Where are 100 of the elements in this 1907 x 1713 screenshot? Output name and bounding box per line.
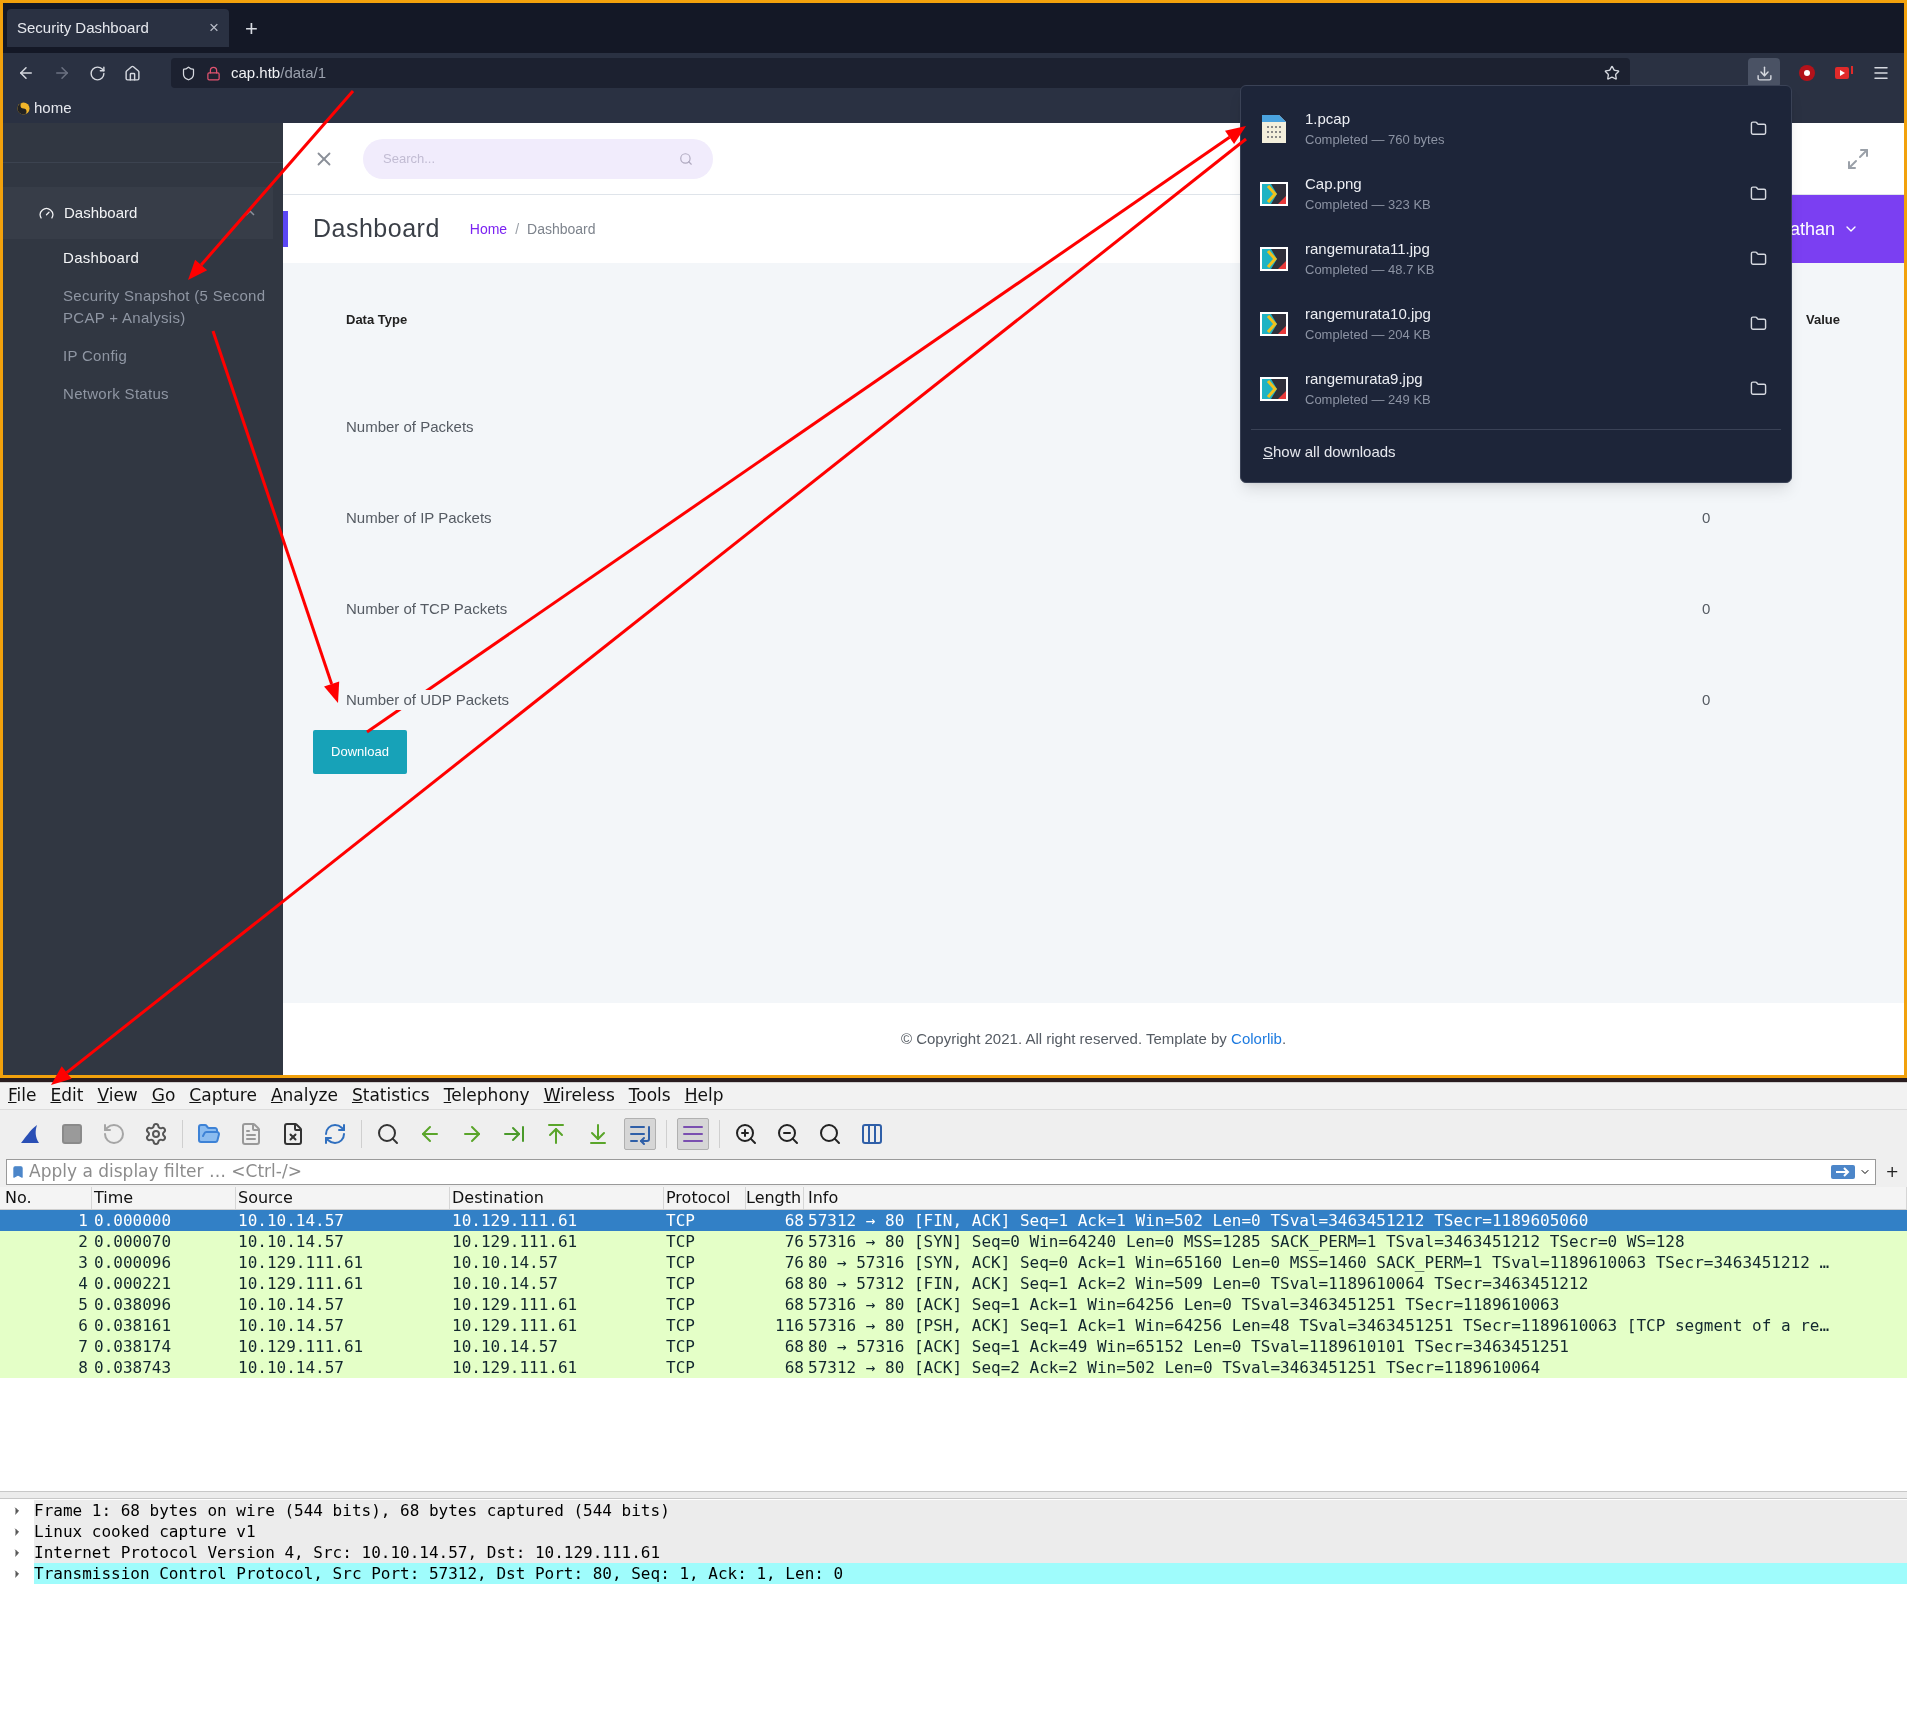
- download-item[interactable]: rangemurata9.jpg Completed — 249 KB: [1241, 356, 1791, 421]
- star-icon[interactable]: [1604, 65, 1620, 81]
- image-file-icon: [1259, 375, 1289, 402]
- download-icon: [1755, 64, 1773, 82]
- restart-icon: [102, 1121, 126, 1146]
- packet-cell-text: 10.129.111.61: [451, 1209, 579, 1232]
- detail-row[interactable]: Internet Protocol Version 4, Src: 10.10.14.57, Dst: 10.129.111.61: [34, 1542, 1907, 1563]
- home-icon[interactable]: [124, 64, 141, 82]
- menu-item[interactable]: Statistics: [351, 1083, 430, 1109]
- column-header[interactable]: Info: [804, 1187, 1907, 1209]
- menu-item[interactable]: Tools: [628, 1083, 671, 1109]
- menu-item[interactable]: Help: [684, 1083, 724, 1109]
- menu-item[interactable]: Go: [151, 1083, 176, 1109]
- zoom-reset-icon: [818, 1121, 842, 1146]
- download-status: Completed — 249 KB: [1305, 391, 1432, 409]
- detail-row[interactable]: Frame 1: 68 bytes on wire (544 bits), 68 bytes captured (544 bits): [34, 1500, 1907, 1521]
- packet-cell-text: 57312 → 80 [ACK] Seq=2 Ack=2 Win=502 Len=0 TSval=3463451251 TSecr=1189610064: [807, 1356, 1542, 1379]
- sidebar-item[interactable]: Dashboard: [63, 247, 269, 269]
- downloads-button[interactable]: [1748, 58, 1780, 88]
- download-item[interactable]: rangemurata10.jpg Completed — 204 KB: [1241, 291, 1791, 356]
- download-item[interactable]: 1.pcap Completed — 760 bytes: [1241, 96, 1791, 161]
- column-header[interactable]: Source: [236, 1187, 450, 1209]
- column-header: Data Type: [346, 311, 408, 330]
- detail-row[interactable]: Transmission Control Protocol, Src Port: 57312, Dst Port: 80, Seq: 1, Ack: 1, Len: 0: [34, 1563, 1907, 1584]
- sidebar-item[interactable]: Security Snapshot (5 Second PCAP + Analysis): [63, 285, 269, 329]
- folder-icon: [197, 1121, 221, 1146]
- address-bar[interactable]: cap.htb/data/1: [171, 58, 1630, 88]
- folder-icon[interactable]: [1750, 120, 1767, 137]
- packet-cell-text: 0.038096: [93, 1293, 173, 1316]
- column-header[interactable]: Protocol: [664, 1187, 746, 1209]
- lock-icon: [206, 65, 221, 81]
- packet-cell-text: 10.10.14.57: [237, 1230, 345, 1253]
- folder-icon[interactable]: [1750, 250, 1767, 267]
- menu-icon[interactable]: [1872, 64, 1890, 82]
- folder-icon[interactable]: [1750, 185, 1767, 202]
- packet-cell-text: 10.10.14.57: [237, 1356, 345, 1379]
- folder-icon[interactable]: [1750, 380, 1767, 397]
- settings-icon: [144, 1121, 168, 1146]
- packet-row[interactable]: 3 0.000096 10.129.111.61 10.10.14.57 TCP 76 80 → 57316 [SYN, ACK] Seq=0 Ack=1 Win=65160 Len=0 MSS=1460 SACK_PERM=1 TSval=1189610063 TSecr=3463451212 …: [0, 1252, 1907, 1273]
- url-text: cap.htb/data/1: [231, 62, 328, 83]
- file-name: 1.pcap: [1305, 108, 1352, 129]
- menu-item[interactable]: Edit: [50, 1083, 84, 1109]
- menu-item[interactable]: Telephony: [443, 1083, 530, 1109]
- packet-cell-text: 0.000096: [93, 1251, 173, 1274]
- packet-row[interactable]: 1 0.000000 10.10.14.57 10.129.111.61 TCP 68 57312 → 80 [FIN, ACK] Seq=1 Ack=1 Win=502 Len=0 TSval=3463451212 TSecr=1189605060: [0, 1210, 1907, 1231]
- browser-tab[interactable]: Security Dashboard ×: [7, 9, 229, 47]
- sidebar-item[interactable]: IP Config: [63, 345, 269, 367]
- packet-cell-text: TCP: [665, 1272, 696, 1295]
- packet-row[interactable]: 6 0.038161 10.10.14.57 10.129.111.61 TCP 116 57316 → 80 [PSH, ACK] Seq=1 Ack=1 Win=64256 Len=48 TSval=3463451251 TSecr=1189610063 [TCP segment of a re…: [0, 1315, 1907, 1336]
- menu-item[interactable]: View: [97, 1083, 138, 1109]
- row-value: 0: [1702, 508, 1711, 528]
- menu-item[interactable]: Wireless: [543, 1083, 615, 1109]
- new-tab-button[interactable]: +: [239, 11, 264, 45]
- packet-row[interactable]: 5 0.038096 10.10.14.57 10.129.111.61 TCP 68 57316 → 80 [ACK] Seq=1 Ack=1 Win=64256 Len=0 TSval=3463451251 TSecr=1189610063: [0, 1294, 1907, 1315]
- add-filter-button[interactable]: +: [1883, 1160, 1901, 1184]
- download-item[interactable]: rangemurata11.jpg Completed — 48.7 KB: [1241, 226, 1791, 291]
- back-icon[interactable]: [17, 64, 35, 82]
- packet-cell-text: 57316 → 80 [ACK] Seq=1 Ack=1 Win=64256 Len=0 TSval=3463451251 TSecr=1189610063: [807, 1293, 1561, 1316]
- reload-icon[interactable]: [89, 64, 106, 82]
- stop-icon: [60, 1121, 84, 1146]
- packet-cell-text: 57316 → 80 [PSH, ACK] Seq=1 Ack=1 Win=64256 Len=48 TSval=3463451251 TSecr=1189610063 [TCP segment of a re…: [807, 1314, 1831, 1337]
- menu-item[interactable]: File: [8, 1083, 37, 1109]
- packet-cell-text: 10.129.111.61: [451, 1230, 579, 1253]
- packet-cell-text: 57312 → 80 [FIN, ACK] Seq=1 Ack=1 Win=502 Len=0 TSval=3463451212 TSecr=1189605060: [807, 1209, 1590, 1232]
- bookmark-link[interactable]: home: [34, 96, 72, 120]
- packet-row[interactable]: 4 0.000221 10.129.111.61 10.10.14.57 TCP 68 80 → 57312 [FIN, ACK] Seq=1 Ack=2 Win=509 Len=0 TSval=1189610064 TSecr=3463451212: [0, 1273, 1907, 1294]
- sidebar-item[interactable]: Network Status: [63, 383, 269, 405]
- fullscreen-icon[interactable]: [1846, 146, 1870, 171]
- packet-cell-text: TCP: [665, 1314, 696, 1337]
- row-value: 0: [1702, 599, 1711, 619]
- bookmark-icon[interactable]: [11, 1165, 25, 1179]
- packet-cell-text: 80 → 57312 [FIN, ACK] Seq=1 Ack=2 Win=509 Len=0 TSval=1189610064 TSecr=3463451212: [807, 1272, 1590, 1295]
- packet-cell-text: 10.10.14.57: [237, 1314, 345, 1337]
- tab-close-button[interactable]: ×: [209, 15, 219, 41]
- show-all-downloads-link[interactable]: Show all downloads: [1263, 440, 1396, 464]
- packet-cell-text: 0.000221: [93, 1272, 173, 1295]
- packet-cell-text: 1: [77, 1209, 89, 1232]
- column-header[interactable]: Time: [92, 1187, 236, 1209]
- menu-item[interactable]: Analyze: [270, 1083, 338, 1109]
- footer-link[interactable]: Colorlib: [1231, 1029, 1282, 1047]
- download-item[interactable]: Cap.png Completed — 323 KB: [1241, 161, 1791, 226]
- search-icon: [679, 151, 693, 166]
- packet-row[interactable]: 2 0.000070 10.10.14.57 10.129.111.61 TCP 76 57316 → 80 [SYN] Seq=0 Win=64240 Len=0 MSS=1285 SACK_PERM=1 TSval=3463451212 TSecr=0 WS=128: [0, 1231, 1907, 1252]
- packet-cell-text: 10.10.14.57: [451, 1335, 559, 1358]
- image-file-icon: [1259, 180, 1289, 207]
- breadcrumb-link[interactable]: Home: [469, 218, 508, 240]
- column-header[interactable]: Destination: [450, 1187, 664, 1209]
- column-header[interactable]: Length: [746, 1187, 804, 1209]
- detail-row[interactable]: Linux cooked capture v1: [34, 1521, 1907, 1542]
- sidebar-group[interactable]: Dashboard: [3, 187, 273, 239]
- packet-cell-text: 116: [774, 1314, 804, 1337]
- column-header[interactable]: No.: [0, 1187, 92, 1209]
- packet-row[interactable]: 8 0.038743 10.10.14.57 10.129.111.61 TCP 68 57312 → 80 [ACK] Seq=2 Ack=2 Win=502 Len=0 TSval=3463451251 TSecr=1189610064: [0, 1357, 1907, 1378]
- folder-icon[interactable]: [1750, 315, 1767, 332]
- packet-cell-text: 10.129.111.61: [237, 1251, 365, 1274]
- extension-icon[interactable]: [1834, 64, 1854, 82]
- filter-placeholder: Apply a display filter … <Ctrl-/>: [29, 1160, 303, 1184]
- menu-item[interactable]: Capture: [189, 1083, 257, 1109]
- packet-row[interactable]: 7 0.038174 10.129.111.61 10.10.14.57 TCP 68 80 → 57316 [ACK] Seq=1 Ack=49 Win=65152 Len=0 TSval=1189610101 TSecr=3463451251: [0, 1336, 1907, 1357]
- close-file-icon: [281, 1121, 305, 1146]
